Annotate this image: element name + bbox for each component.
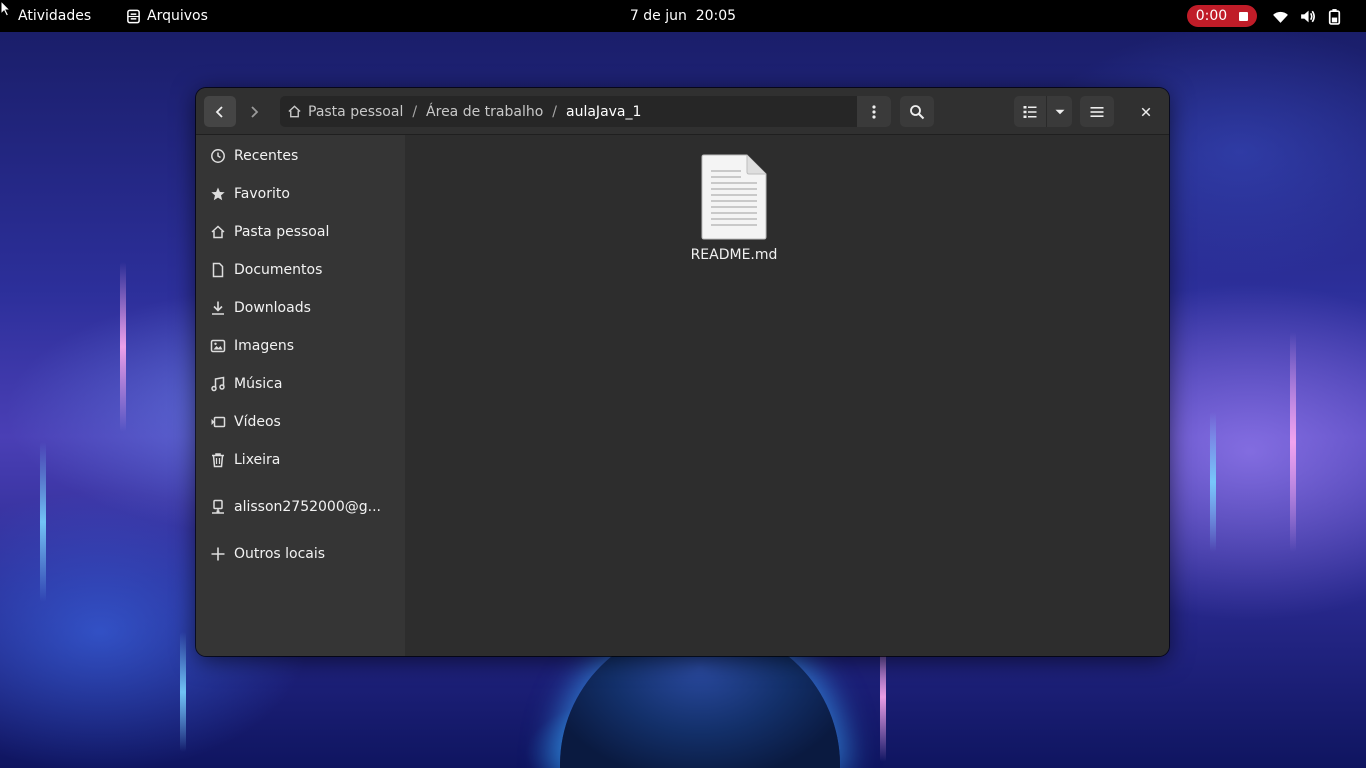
hamburger-menu-icon xyxy=(1090,106,1104,117)
sidebar-item-label: alisson2752000@g... xyxy=(234,499,381,515)
text-file-icon xyxy=(701,154,767,240)
plus-icon xyxy=(211,547,225,561)
sidebar-item-musica[interactable]: Música xyxy=(196,367,405,401)
close-icon xyxy=(1141,107,1151,116)
breadcrumb-label: aulaJava_1 xyxy=(566,103,642,120)
wallpaper-light-streak xyxy=(40,442,46,602)
network-drive-icon xyxy=(212,499,224,514)
file-view[interactable]: README.md xyxy=(405,135,1169,656)
wallpaper-light-streak xyxy=(180,632,186,752)
view-mode-button[interactable] xyxy=(1014,96,1046,127)
kebab-menu-icon xyxy=(872,104,876,119)
folder-menu-button[interactable] xyxy=(857,96,891,127)
sidebar-item-label: Favorito xyxy=(234,186,290,202)
sidebar-item-outros-locais[interactable]: Outros locais xyxy=(196,537,405,571)
sidebar-item-label: Outros locais xyxy=(234,546,326,562)
breadcrumb-item-current[interactable]: aulaJava_1 xyxy=(559,96,648,127)
close-window-button[interactable] xyxy=(1130,96,1162,127)
chevron-left-icon xyxy=(215,105,223,118)
sidebar-item-lixeira[interactable]: Lixeira xyxy=(196,443,405,477)
sidebar-item-label: Música xyxy=(234,376,283,392)
sidebar-item-favorito[interactable]: Favorito xyxy=(196,177,405,211)
sidebar-item-imagens[interactable]: Imagens xyxy=(196,329,405,363)
wallpaper-light-streak xyxy=(1290,332,1296,552)
volume-icon xyxy=(1301,10,1315,22)
system-status-area[interactable] xyxy=(1272,0,1343,32)
sidebar-item-documentos[interactable]: Documentos xyxy=(196,253,405,287)
screen-recording-indicator[interactable]: 0:00 xyxy=(1187,5,1257,27)
breadcrumb-label: Pasta pessoal xyxy=(308,103,404,120)
music-icon xyxy=(211,376,225,392)
chevron-right-icon xyxy=(251,105,259,118)
wallpaper-light-streak xyxy=(1210,412,1216,552)
sidebar-item-label: Vídeos xyxy=(234,414,281,430)
video-icon xyxy=(211,416,226,428)
document-icon xyxy=(212,262,224,278)
sidebar-item-label: Lixeira xyxy=(234,452,281,468)
top-bar: Atividades Arquivos 7 de jun 20:05 0:00 xyxy=(0,0,1366,32)
breadcrumb-label: Área de trabalho xyxy=(426,103,544,120)
search-icon xyxy=(910,104,925,119)
breadcrumb-separator: / xyxy=(552,103,558,120)
breadcrumb-separator: / xyxy=(412,103,418,120)
download-icon xyxy=(212,301,224,315)
battery-icon xyxy=(1328,8,1341,25)
sidebar-item-label: Documentos xyxy=(234,262,323,278)
sidebar: Recentes Favorito Pasta pessoal Document… xyxy=(196,135,405,656)
home-icon xyxy=(211,225,225,239)
wallpaper-light-streak xyxy=(120,262,126,432)
search-button[interactable] xyxy=(900,96,934,127)
sidebar-item-recentes[interactable]: Recentes xyxy=(196,139,405,173)
main-menu-button[interactable] xyxy=(1080,96,1114,127)
sidebar-item-label: Downloads xyxy=(234,300,311,316)
sidebar-item-network-account[interactable]: alisson2752000@g... xyxy=(196,490,405,524)
recording-time: 0:00 xyxy=(1195,8,1228,24)
sidebar-item-videos[interactable]: Vídeos xyxy=(196,405,405,439)
star-icon xyxy=(211,187,225,201)
caret-down-icon xyxy=(1055,109,1064,114)
file-manager-window: Pasta pessoal / Área de trabalho / aulaJ… xyxy=(196,88,1169,656)
image-icon xyxy=(210,339,226,353)
home-icon xyxy=(288,105,301,118)
file-name: README.md xyxy=(690,247,778,263)
view-options-dropdown[interactable] xyxy=(1046,96,1072,127)
back-button[interactable] xyxy=(204,96,236,127)
trash-icon xyxy=(212,453,224,468)
header-bar: Pasta pessoal / Área de trabalho / aulaJ… xyxy=(196,88,1169,135)
sidebar-item-pasta-pessoal[interactable]: Pasta pessoal xyxy=(196,215,405,249)
breadcrumb: Pasta pessoal / Área de trabalho / aulaJ… xyxy=(280,96,891,127)
sidebar-item-label: Recentes xyxy=(234,148,299,164)
clock-label: 7 de jun 20:05 xyxy=(629,8,737,24)
wifi-icon xyxy=(1273,11,1288,23)
clock-icon xyxy=(211,149,225,163)
breadcrumb-item-desktop[interactable]: Área de trabalho xyxy=(419,96,550,127)
sidebar-item-label: Pasta pessoal xyxy=(234,224,330,240)
clock[interactable]: 7 de jun 20:05 xyxy=(0,0,1366,32)
breadcrumb-item-home[interactable]: Pasta pessoal xyxy=(280,96,410,127)
sidebar-item-label: Imagens xyxy=(234,338,295,354)
list-view-icon xyxy=(1023,105,1037,118)
forward-button[interactable] xyxy=(238,96,270,127)
file-item[interactable]: README.md xyxy=(679,153,789,273)
stop-icon xyxy=(1239,11,1249,21)
sidebar-item-downloads[interactable]: Downloads xyxy=(196,291,405,325)
